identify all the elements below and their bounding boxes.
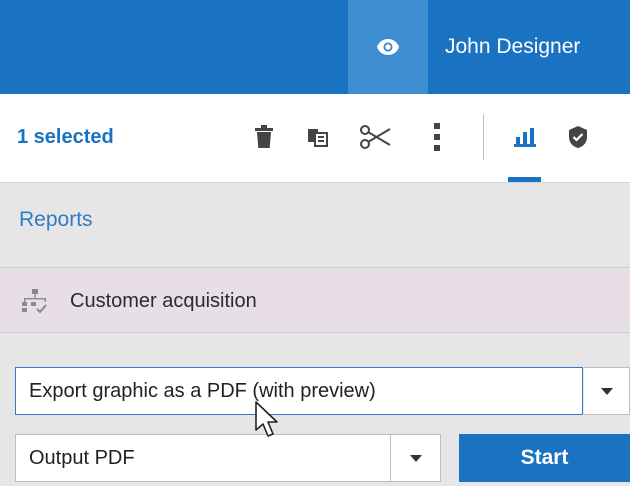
copy-button[interactable] [301, 118, 335, 156]
export-action-value: Export graphic as a PDF (with preview) [29, 380, 376, 402]
caret-down-icon [600, 387, 613, 395]
shield-check-icon [569, 126, 587, 148]
toolbar-divider [483, 114, 484, 160]
workflow-icon [22, 289, 47, 314]
user-name[interactable]: John Designer [445, 0, 580, 94]
eye-icon [377, 39, 399, 55]
caret-down-icon [409, 454, 422, 462]
item-label: Customer acquisition [70, 290, 257, 312]
top-header-bar: John Designer [0, 0, 630, 94]
export-dropdown-toggle[interactable] [584, 367, 630, 415]
bar-chart-icon [514, 128, 536, 147]
cut-button[interactable] [358, 118, 392, 156]
output-format-value: Output PDF [29, 447, 135, 469]
mouse-cursor-icon [255, 401, 278, 437]
selected-item-row[interactable]: Customer acquisition [0, 267, 630, 333]
preview-button[interactable] [348, 0, 428, 94]
scissors-icon [360, 125, 391, 149]
reports-link[interactable]: Reports [19, 208, 93, 232]
security-tab[interactable] [561, 118, 595, 156]
delete-button[interactable] [247, 118, 281, 156]
more-options-button[interactable] [420, 118, 454, 156]
output-dropdown-toggle[interactable] [391, 434, 441, 482]
copy-icon [308, 129, 328, 147]
more-vert-icon [434, 123, 440, 151]
output-format-select[interactable]: Output PDF [15, 434, 391, 482]
selection-count: 1 selected [17, 126, 114, 148]
reports-tab[interactable] [508, 118, 542, 156]
active-tab-indicator [508, 177, 541, 182]
trash-icon [255, 125, 273, 148]
selection-toolbar: 1 selected [0, 94, 630, 183]
export-action-select[interactable]: Export graphic as a PDF (with preview) [15, 367, 583, 415]
start-button[interactable]: Start [459, 434, 630, 482]
